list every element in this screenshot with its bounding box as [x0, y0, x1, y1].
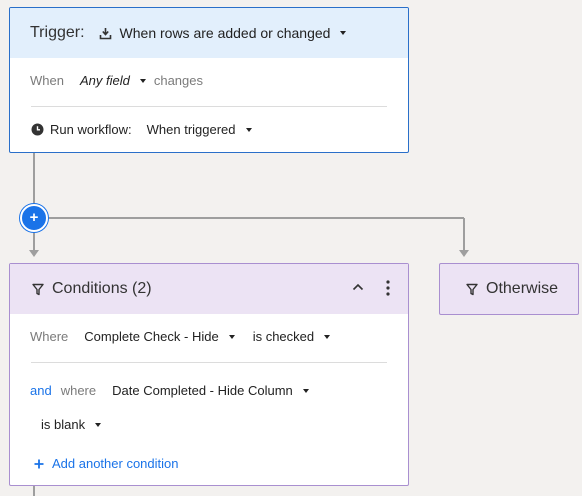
otherwise-card[interactable]: Otherwise	[439, 263, 579, 315]
clock-icon	[31, 123, 44, 136]
trigger-event-value: When rows are added or changed	[119, 25, 331, 41]
filter-icon	[32, 283, 44, 296]
add-condition-button[interactable]: Add another condition	[34, 456, 178, 471]
changes-label: changes	[153, 73, 203, 88]
caret-down-icon	[139, 78, 146, 83]
caret-down-icon	[324, 334, 331, 339]
condition-2-field: Date Completed - Hide Column	[112, 383, 293, 398]
conditions-card: Conditions (2) Where Complete Check - Hi…	[9, 263, 409, 486]
plus-icon	[34, 459, 44, 469]
condition-row-1: Where Complete Check - Hide is checked	[30, 329, 331, 344]
trigger-label: Trigger:	[30, 24, 85, 41]
add-condition-label: Add another condition	[52, 456, 179, 471]
divider	[31, 362, 387, 363]
condition-1-field: Complete Check - Hide	[84, 329, 219, 344]
filter-icon	[466, 283, 478, 296]
field-dropdown[interactable]: Any field	[80, 73, 146, 88]
where-label: Where	[30, 329, 69, 344]
caret-down-icon	[95, 422, 102, 427]
when-label: When	[30, 73, 64, 88]
run-workflow-row: Run workflow: When triggered	[31, 122, 252, 137]
chevron-up-icon[interactable]	[352, 283, 364, 291]
conditions-title: Conditions (2)	[52, 280, 152, 297]
condition-2-operator: is blank	[41, 417, 86, 432]
add-step-button[interactable]: +	[20, 204, 48, 232]
plus-icon: +	[29, 209, 39, 226]
trigger-card: Trigger: When rows are added or changed …	[9, 7, 409, 153]
trigger-event-dropdown[interactable]: When rows are added or changed	[99, 25, 347, 41]
more-vertical-icon[interactable]	[386, 280, 390, 296]
condition-2-field-dropdown[interactable]: Date Completed - Hide Column	[112, 383, 309, 398]
trigger-header: Trigger: When rows are added or changed	[10, 8, 408, 58]
trigger-when-row: When Any field changes	[30, 73, 203, 88]
upload-tray-icon	[99, 27, 112, 40]
divider	[31, 106, 387, 107]
where-label: where	[60, 383, 97, 398]
caret-down-icon	[340, 31, 347, 35]
and-or-toggle[interactable]: and	[30, 383, 52, 398]
caret-down-icon	[245, 127, 252, 132]
condition-row-2: and where Date Completed - Hide Column	[30, 383, 309, 398]
caret-down-icon	[228, 334, 235, 339]
condition-1-field-dropdown[interactable]: Complete Check - Hide	[84, 329, 235, 344]
run-workflow-value: When triggered	[146, 122, 236, 137]
condition-2-operator-dropdown[interactable]: is blank	[41, 417, 102, 432]
conditions-header: Conditions (2)	[10, 264, 408, 314]
otherwise-title: Otherwise	[486, 280, 559, 297]
caret-down-icon	[302, 388, 309, 393]
field-value: Any field	[79, 73, 130, 88]
condition-1-operator-dropdown[interactable]: is checked	[252, 329, 331, 344]
run-workflow-dropdown[interactable]: When triggered	[147, 122, 252, 137]
run-workflow-label: Run workflow:	[50, 122, 132, 137]
condition-1-operator: is checked	[252, 329, 315, 344]
